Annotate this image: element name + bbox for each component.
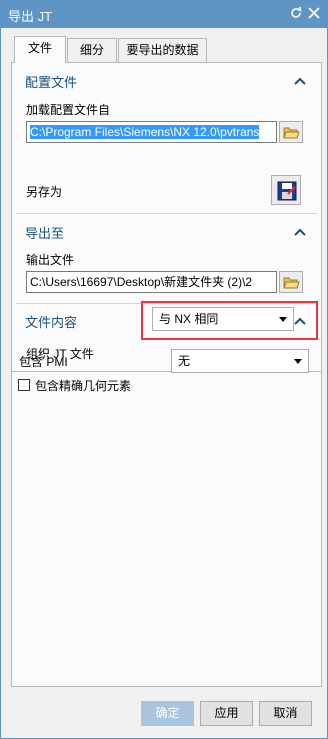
precise-geometry-label: 包含精确几何元素 <box>35 379 132 393</box>
include-pmi-select[interactable]: 无 <box>171 349 309 373</box>
folder-open-icon <box>283 127 300 139</box>
tab-tessellation[interactable]: 细分 <box>67 38 117 62</box>
title-bar: 导出 JT <box>0 0 328 28</box>
save-as-button[interactable] <box>271 175 301 205</box>
include-pmi-value: 无 <box>178 354 191 368</box>
config-path-input[interactable]: C:\Program Files\Siemens\NX 12.0\pvtrans <box>26 121 277 143</box>
output-path-value: C:\Users\16697\Desktop\新建文件夹 (2)\2 <box>30 275 253 289</box>
output-file-label: 输出文件 <box>26 253 75 267</box>
tab-data-to-export[interactable]: 要导出的数据 <box>118 38 207 62</box>
chevron-up-icon[interactable] <box>294 227 306 237</box>
reset-icon[interactable] <box>288 5 304 21</box>
section-divider <box>16 213 317 214</box>
browse-config-button[interactable] <box>279 121 303 143</box>
include-pmi-label: 包含 PMI <box>19 355 68 369</box>
window-title: 导出 JT <box>8 9 53 24</box>
output-path-input[interactable]: C:\Users\16697\Desktop\新建文件夹 (2)\2 <box>26 271 277 293</box>
close-icon[interactable] <box>306 5 322 21</box>
section-title-content[interactable]: 文件内容 <box>25 312 77 331</box>
cancel-button[interactable]: 取消 <box>259 701 312 726</box>
export-jt-dialog: 导出 JT 文件 细分 要导出的数据 配置文件 加载配置文件自 C:\Progr… <box>0 0 328 739</box>
organize-jt-select[interactable]: 与 NX 相同 <box>152 307 294 331</box>
save-as-label: 另存为 <box>26 185 63 199</box>
organize-jt-value: 与 NX 相同 <box>159 312 219 326</box>
dropdown-arrow-icon <box>279 317 287 322</box>
browse-output-button[interactable] <box>279 271 303 293</box>
dropdown-arrow-icon <box>294 359 302 364</box>
ok-button[interactable]: 确定 <box>141 701 194 726</box>
apply-button[interactable]: 应用 <box>200 701 253 726</box>
section-title-export[interactable]: 导出至 <box>25 223 64 242</box>
config-path-value: C:\Program Files\Siemens\NX 12.0\pvtrans <box>30 125 260 139</box>
tab-panel: 配置文件 加载配置文件自 C:\Program Files\Siemens\NX… <box>11 62 322 687</box>
precise-geometry-checkbox[interactable] <box>18 379 30 391</box>
folder-open-icon <box>283 277 300 289</box>
save-config-icon <box>277 181 297 201</box>
load-config-label: 加载配置文件自 <box>26 103 111 117</box>
tab-file[interactable]: 文件 <box>14 36 66 63</box>
dialog-client: 文件 细分 要导出的数据 配置文件 加载配置文件自 C:\Program Fil… <box>1 28 327 738</box>
chevron-up-icon[interactable] <box>294 76 306 86</box>
section-title-config[interactable]: 配置文件 <box>25 72 77 91</box>
